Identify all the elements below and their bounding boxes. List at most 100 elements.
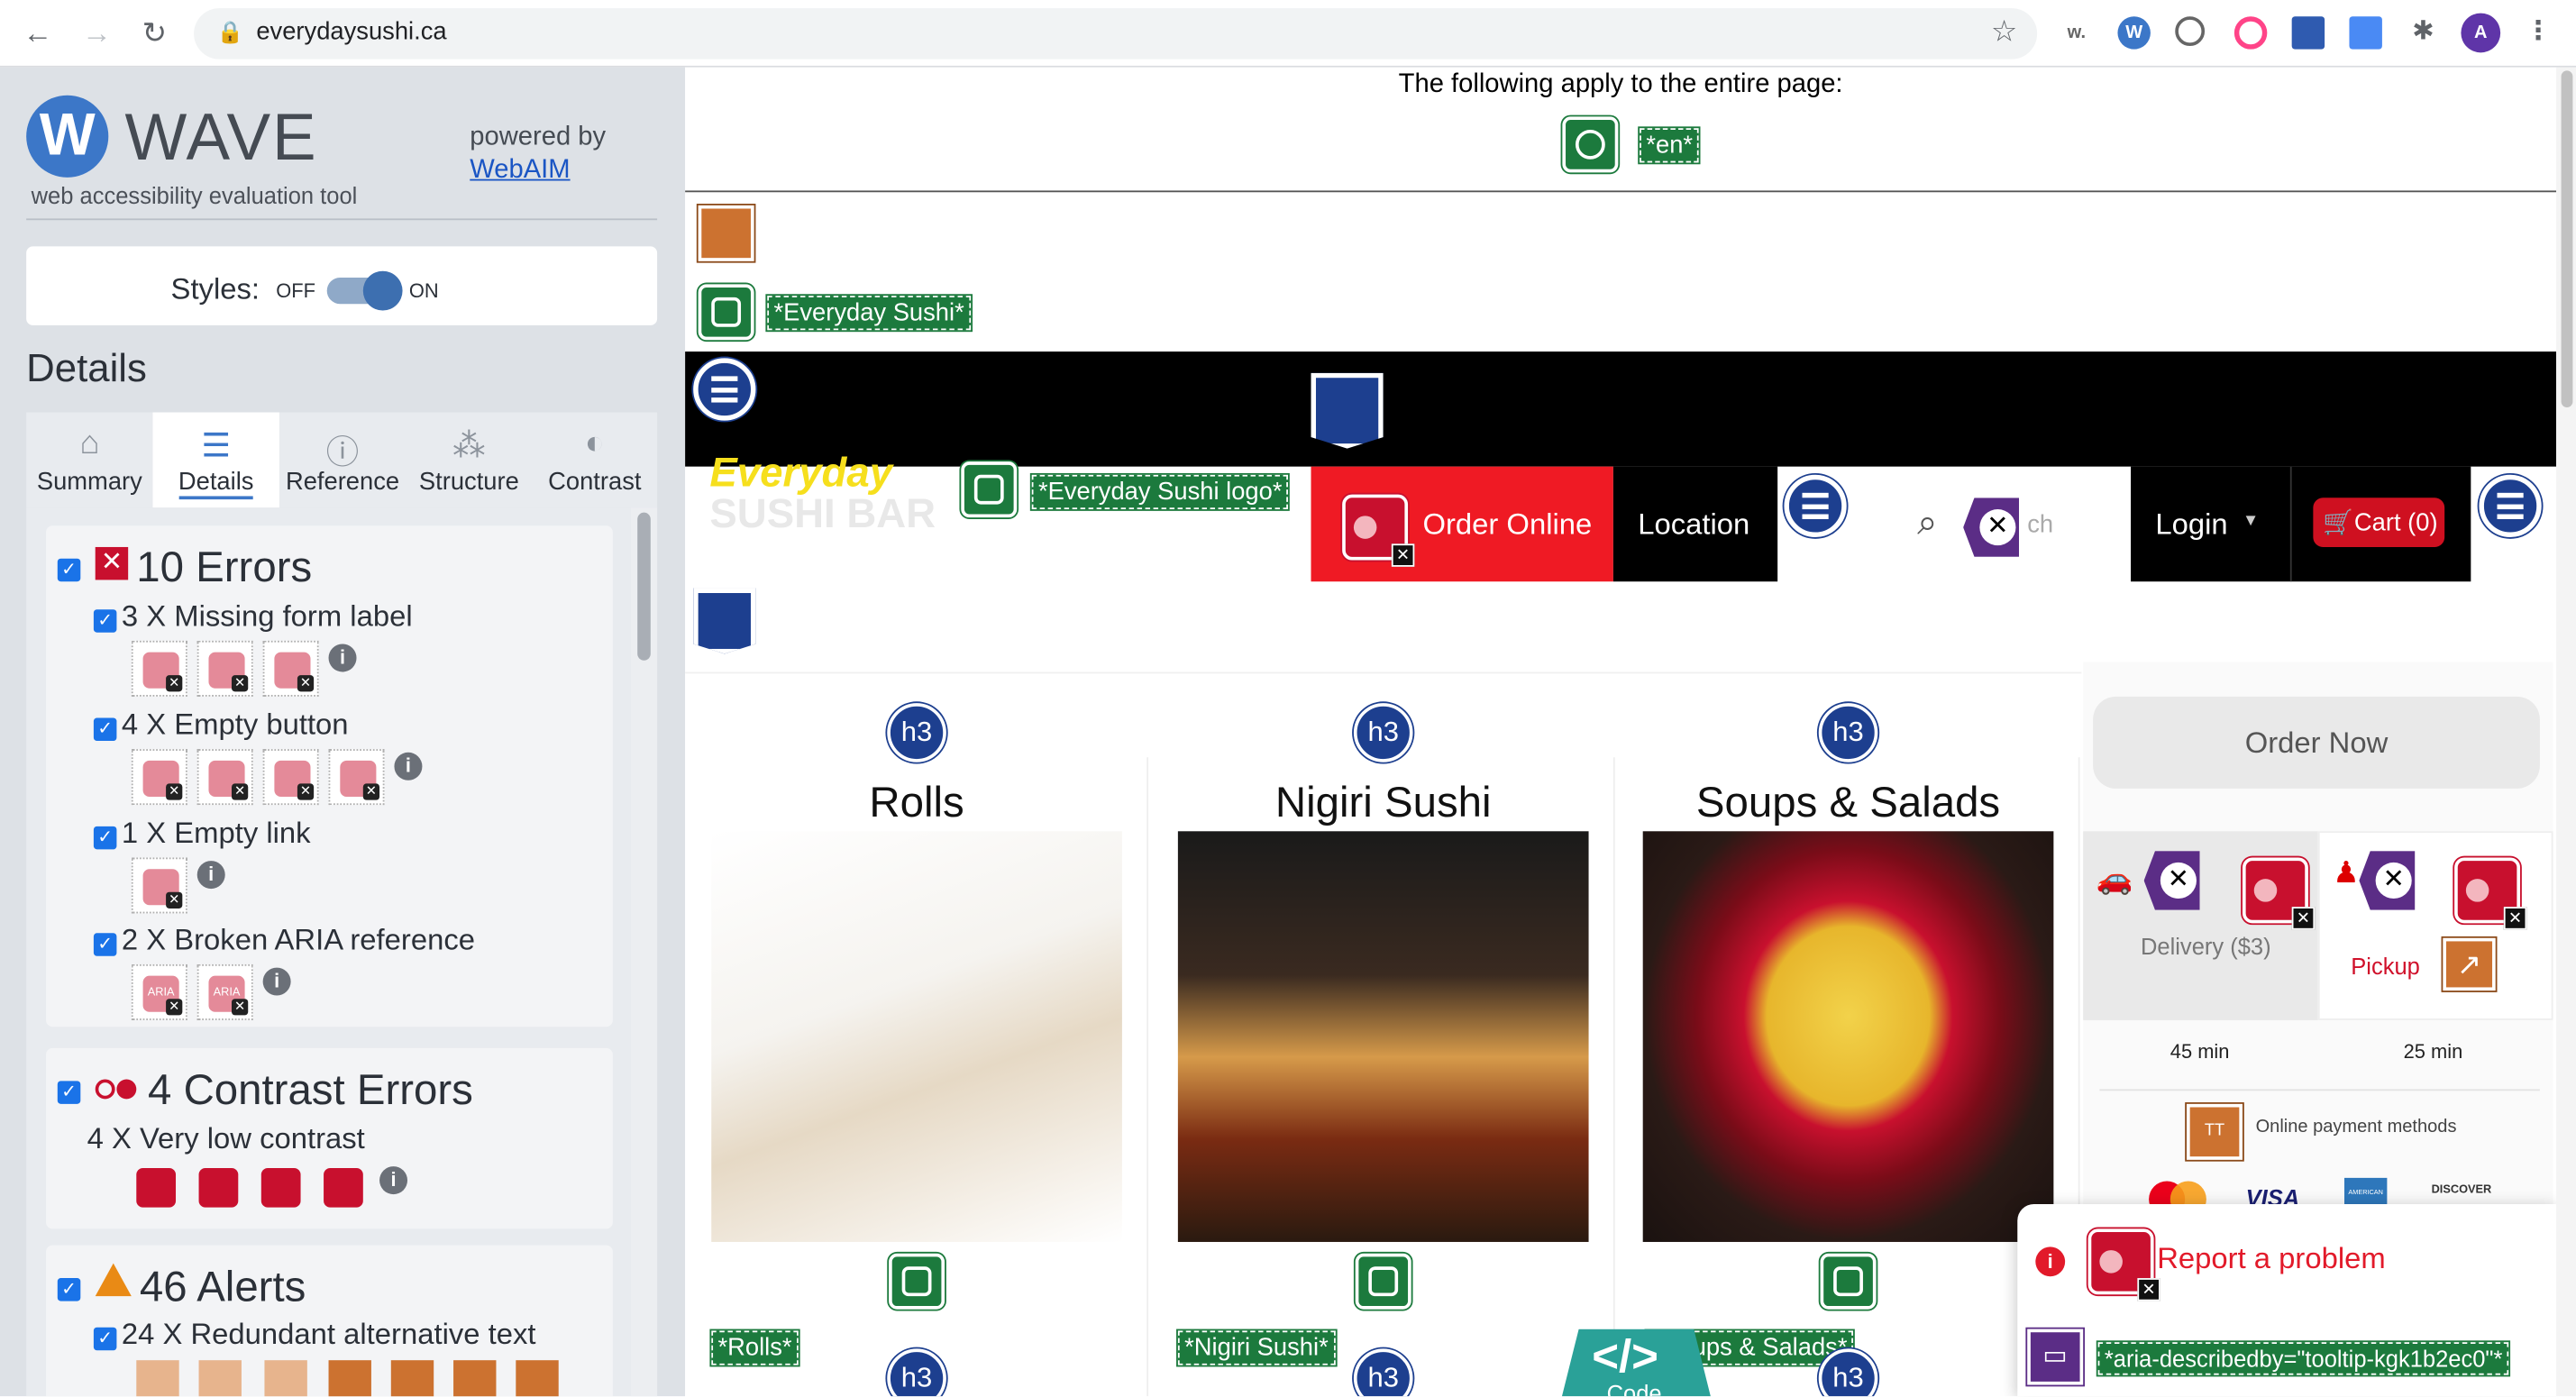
page-scrollbar[interactable]	[2556, 67, 2576, 1397]
rolls-image[interactable]	[711, 831, 1122, 1242]
empty-button-icon[interactable]: ✕	[328, 749, 385, 806]
back-icon[interactable]: ←	[20, 14, 56, 50]
broken-aria-icon[interactable]: ARIA ✕	[196, 963, 253, 1020]
broken-aria-icon[interactable]: ARIA ✕	[131, 963, 187, 1020]
contrast-error-icon[interactable]: ✕	[1342, 494, 1415, 567]
alt-image-icon[interactable]	[698, 284, 754, 341]
missing-label-icon[interactable]: ✕	[262, 640, 319, 697]
missing-label-icon[interactable]: ✕	[131, 640, 187, 697]
list-structure-icon[interactable]	[1784, 474, 1847, 538]
extensions-puzzle-icon[interactable]: ✱	[2407, 16, 2439, 49]
code-label[interactable]: Code	[1607, 1380, 1662, 1396]
redundant-alt-icon[interactable]	[136, 1360, 179, 1397]
redundant-alt-icon[interactable]	[516, 1360, 559, 1397]
contrast-error-icon[interactable]: ✕	[2454, 857, 2527, 930]
webaim-link[interactable]: WebAIM	[470, 156, 570, 184]
search-icon[interactable]: ⌕	[1917, 501, 1937, 543]
empty-button-checkbox[interactable]: ✓	[93, 717, 117, 742]
linked-image-icon[interactable]	[961, 461, 1018, 518]
address-bar[interactable]: 🔒 everydaysushi.ca ☆	[194, 8, 2038, 59]
redundant-alt-checkbox[interactable]: ✓	[93, 1327, 117, 1351]
bookmark-star-icon[interactable]: ☆	[1991, 14, 2017, 49]
empty-button-icon[interactable]: ✕	[196, 749, 253, 806]
alerts-checkbox[interactable]: ✓	[57, 1278, 81, 1301]
very-low-contrast-icon[interactable]	[198, 1167, 239, 1208]
landmark-header-icon[interactable]	[1311, 372, 1384, 449]
linked-image-icon[interactable]	[1820, 1253, 1877, 1310]
very-low-contrast-icon[interactable]	[324, 1167, 363, 1208]
contrast-checkbox[interactable]: ✓	[57, 1081, 81, 1104]
tab-structure[interactable]: ⁂ Structure	[406, 412, 532, 507]
empty-link-checkbox[interactable]: ✓	[93, 826, 117, 850]
redundant-alt-icon[interactable]	[198, 1360, 242, 1397]
extension-ring-icon[interactable]	[2233, 16, 2268, 50]
empty-button-icon[interactable]: ✕	[262, 749, 319, 806]
reload-icon[interactable]: ↻	[136, 14, 172, 50]
login-dropdown[interactable]: Login	[2155, 507, 2227, 542]
empty-button-icon[interactable]: ✕	[2359, 851, 2416, 910]
category-soups[interactable]: h3 Soups & Salads	[1617, 703, 2080, 1397]
empty-button-icon[interactable]: ✕	[2143, 851, 2200, 910]
extension-w-text-icon[interactable]: w.	[2060, 16, 2093, 49]
list-structure-icon[interactable]	[693, 358, 756, 421]
report-problem-link[interactable]: Report a problem	[2157, 1242, 2385, 1276]
alert-noscript-icon[interactable]	[698, 205, 754, 261]
translate-extension-icon[interactable]	[2349, 16, 2382, 50]
profile-avatar[interactable]: A	[2461, 13, 2501, 53]
list-structure-icon[interactable]	[2479, 474, 2542, 538]
contrast-error-icon[interactable]: ✕	[2242, 857, 2316, 930]
category-rolls[interactable]: h3 Rolls	[685, 703, 1149, 1397]
location-label[interactable]: Location	[1638, 507, 1749, 542]
missing-label-icon[interactable]: ✕	[1963, 498, 2020, 557]
extension-circle-icon[interactable]	[2175, 16, 2206, 47]
category-title[interactable]: Soups & Salads	[1617, 777, 2080, 828]
redundant-alt-icon[interactable]	[328, 1360, 371, 1397]
info-icon[interactable]: i	[379, 1166, 408, 1195]
landmark-main-icon[interactable]	[693, 588, 756, 654]
panel-scroll-thumb[interactable]	[637, 512, 651, 661]
language-globe-icon[interactable]	[1562, 116, 1619, 173]
order-online-label[interactable]: Order Online	[1422, 507, 1592, 542]
category-nigiri[interactable]: h3 Nigiri Sushi	[1152, 703, 1615, 1397]
redundant-alt-icon[interactable]	[264, 1360, 307, 1397]
alert-text-icon[interactable]: TT	[2187, 1103, 2243, 1160]
empty-link-icon[interactable]: ✕	[131, 857, 187, 914]
mail-extension-icon[interactable]	[2291, 16, 2325, 50]
delivery-label[interactable]: Delivery ($3)	[2141, 933, 2271, 959]
code-icon[interactable]: </>	[1592, 1330, 1658, 1383]
search-input[interactable]: ch	[2027, 511, 2053, 539]
styles-toggle-knob[interactable]	[362, 270, 403, 311]
cart-label[interactable]: Cart (0)	[2354, 509, 2438, 537]
info-icon[interactable]: i	[394, 752, 423, 781]
very-low-contrast-icon[interactable]	[136, 1167, 177, 1208]
linked-image-icon[interactable]	[889, 1253, 945, 1310]
tab-contrast[interactable]: ◐ Contrast	[533, 412, 658, 507]
aria-comment-icon[interactable]: ▭	[2027, 1329, 2084, 1385]
very-low-contrast-icon[interactable]	[260, 1167, 301, 1208]
missing-label-checkbox[interactable]: ✓	[93, 609, 117, 633]
redundant-alt-icon[interactable]	[453, 1360, 497, 1397]
errors-checkbox[interactable]: ✓	[57, 558, 81, 582]
browser-menu-icon[interactable]: ⋮	[2522, 16, 2554, 49]
empty-button-icon[interactable]: ✕	[131, 749, 187, 806]
missing-label-icon[interactable]: ✕	[196, 640, 253, 697]
soup-image[interactable]	[1642, 831, 2054, 1242]
redundant-alt-icon[interactable]	[390, 1360, 434, 1397]
tab-reference[interactable]: ⓘ Reference	[279, 412, 406, 507]
order-now-button[interactable]: Order Now	[2093, 696, 2540, 789]
contrast-error-icon[interactable]: ✕	[2087, 1228, 2160, 1301]
info-icon[interactable]: i	[196, 861, 225, 890]
alert-link-icon[interactable]: ↗	[2443, 937, 2496, 991]
info-icon[interactable]: i	[328, 644, 357, 672]
nigiri-image[interactable]	[1177, 831, 1589, 1242]
linked-image-icon[interactable]	[1355, 1253, 1411, 1310]
broken-aria-checkbox[interactable]: ✓	[93, 933, 117, 956]
page-scroll-thumb[interactable]	[2561, 70, 2573, 408]
category-title[interactable]: Nigiri Sushi	[1152, 777, 1615, 828]
pickup-label[interactable]: Pickup	[2351, 953, 2420, 979]
info-icon[interactable]: i	[262, 967, 291, 996]
wave-extension-icon[interactable]: W	[2117, 16, 2151, 50]
category-title[interactable]: Rolls	[685, 777, 1148, 828]
tab-details[interactable]: ☰ Details	[152, 412, 279, 508]
tab-summary[interactable]: ⌂ Summary	[26, 412, 152, 507]
